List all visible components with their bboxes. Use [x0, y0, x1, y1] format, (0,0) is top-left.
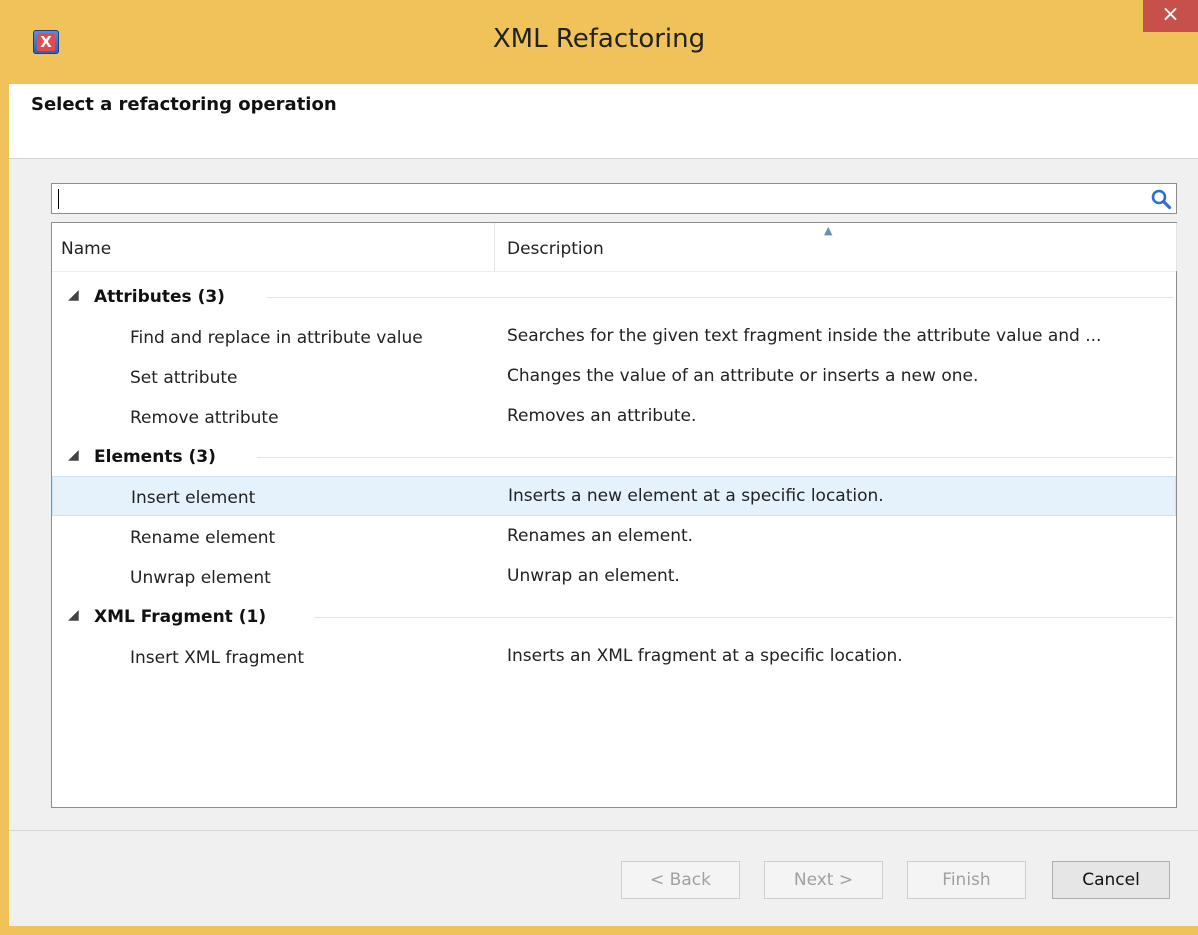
group-divider — [267, 297, 1174, 298]
row-name: Insert XML fragment — [130, 648, 304, 668]
row-name: Set attribute — [130, 368, 238, 388]
collapse-triangle-icon[interactable]: ◢ — [68, 447, 79, 463]
group-divider — [257, 457, 1174, 458]
group-elements[interactable]: ◢ Elements (3) — [52, 437, 1176, 477]
column-header-description-label: Description — [507, 239, 604, 259]
collapse-triangle-icon[interactable]: ◢ — [68, 607, 79, 623]
group-xml-fragment[interactable]: ◢ XML Fragment (1) — [52, 597, 1176, 637]
wizard-header: Select a refactoring operation — [9, 84, 1198, 159]
table-row[interactable]: Unwrap element Unwrap an element. — [52, 557, 1176, 597]
page-title: Select a refactoring operation — [31, 94, 337, 115]
operations-table: Name ▲ Description ◢ Attributes (3) Find… — [51, 222, 1177, 808]
row-description: Inserts a new element at a specific loca… — [508, 486, 884, 506]
row-description: Searches for the given text fragment ins… — [507, 326, 1102, 346]
dialog-window: X XML Refactoring × Select a refactoring… — [0, 0, 1198, 935]
table-row[interactable]: Insert XML fragment Inserts an XML fragm… — [52, 637, 1176, 677]
footer-divider — [9, 830, 1198, 831]
table-row-selected[interactable]: Insert element Inserts a new element at … — [52, 476, 1176, 516]
text-caret — [58, 189, 59, 209]
group-divider — [314, 617, 1174, 618]
row-description: Changes the value of an attribute or ins… — [507, 366, 979, 386]
table-row[interactable]: Remove attribute Removes an attribute. — [52, 397, 1176, 437]
row-description: Inserts an XML fragment at a specific lo… — [507, 646, 903, 666]
group-label: XML Fragment (1) — [94, 607, 267, 627]
sort-ascending-icon: ▲ — [824, 224, 833, 237]
group-label: Elements (3) — [94, 447, 216, 467]
close-button[interactable]: × — [1143, 0, 1198, 32]
search-icon[interactable] — [1150, 188, 1172, 210]
row-description: Renames an element. — [507, 526, 694, 546]
row-name: Unwrap element — [130, 568, 271, 588]
finish-button[interactable]: Finish — [907, 861, 1026, 899]
search-input[interactable] — [51, 183, 1177, 214]
next-button[interactable]: Next > — [764, 861, 883, 899]
column-header-name[interactable]: Name — [52, 223, 495, 271]
row-description: Removes an attribute. — [507, 406, 697, 426]
collapse-triangle-icon[interactable]: ◢ — [68, 287, 79, 303]
table-row[interactable]: Find and replace in attribute value Sear… — [52, 317, 1176, 357]
cancel-button[interactable]: Cancel — [1052, 861, 1170, 899]
group-attributes[interactable]: ◢ Attributes (3) — [52, 277, 1176, 317]
group-label: Attributes (3) — [94, 287, 225, 307]
table-row[interactable]: Set attribute Changes the value of an at… — [52, 357, 1176, 397]
title-bar[interactable]: X XML Refactoring × — [0, 0, 1198, 84]
row-name: Find and replace in attribute value — [130, 328, 423, 348]
row-name: Rename element — [130, 528, 276, 548]
dialog-body: Select a refactoring operation Name ▲ De… — [9, 84, 1198, 926]
table-row[interactable]: Rename element Renames an element. — [52, 517, 1176, 557]
header-divider — [52, 271, 1176, 272]
row-name: Remove attribute — [130, 408, 279, 428]
window-title: XML Refactoring — [492, 24, 706, 54]
row-name: Insert element — [131, 488, 256, 508]
back-button[interactable]: < Back — [621, 861, 740, 899]
column-header-description[interactable]: ▲ Description — [495, 223, 1177, 271]
row-description: Unwrap an element. — [507, 566, 680, 586]
